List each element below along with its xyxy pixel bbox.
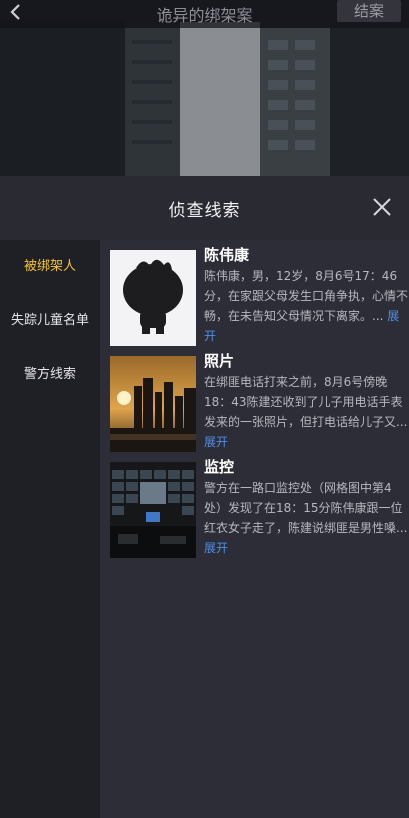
panel-title: 侦查线索 [168, 201, 241, 221]
clue-description: 陈伟康，男，12岁，8月6号17：46分，在家跟父母发生口角争执，心情不畅，在未… [204, 269, 409, 343]
avatar-silhouette-image[interactable] [110, 250, 196, 346]
clue-title: 陈伟康 [204, 246, 250, 264]
sidebar-item-kidnapped-person[interactable]: 被绑架人 [0, 240, 100, 294]
clue-panel: 侦查线索 被绑架人 失踪儿童名单 警方线索 陈伟康 陈伟康，男，12岁，8月6号… [0, 176, 409, 818]
list-item: 照片 在绑匪电话打来之前，8月6号傍晚18：43陈建还收到了儿子用电话手表发来的… [110, 350, 407, 452]
sidebar-item-missing-children-list[interactable]: 失踪儿童名单 [0, 294, 100, 348]
sunset-photo-image[interactable] [110, 356, 196, 452]
clue-category-sidebar: 被绑架人 失踪儿童名单 警方线索 [0, 240, 100, 818]
clue-description: 在绑匪电话打来之前，8月6号傍晚18：43陈建还收到了儿子用电话手表发来的一张照… [204, 375, 408, 449]
top-bar: 诡异的绑架案 结案 [0, 0, 409, 28]
clue-title: 照片 [204, 352, 235, 370]
sidebar-item-police-clues[interactable]: 警方线索 [0, 348, 100, 402]
clue-title: 监控 [204, 458, 235, 476]
panel-header: 侦查线索 [0, 176, 409, 240]
close-icon[interactable] [371, 196, 393, 218]
clue-description: 警方在一路口监控处（网格图中第4处）发现了在18：15分陈伟康跟一位红衣女子走了… [204, 481, 408, 555]
close-case-button[interactable]: 结案 [337, 0, 401, 22]
expand-link[interactable]: 展开 [204, 541, 228, 555]
expand-link[interactable]: 展开 [204, 435, 228, 449]
list-item: 监控 警方在一路口监控处（网格图中第4处）发现了在18：15分陈伟康跟一位红衣女… [110, 456, 407, 558]
surveillance-monitors-image[interactable] [110, 462, 196, 558]
list-item: 陈伟康 陈伟康，男，12岁，8月6号17：46分，在家跟父母发生口角争执，心情不… [110, 244, 408, 346]
clue-list: 陈伟康 陈伟康，男，12岁，8月6号17：46分，在家跟父母发生口角争执，心情不… [100, 240, 409, 818]
